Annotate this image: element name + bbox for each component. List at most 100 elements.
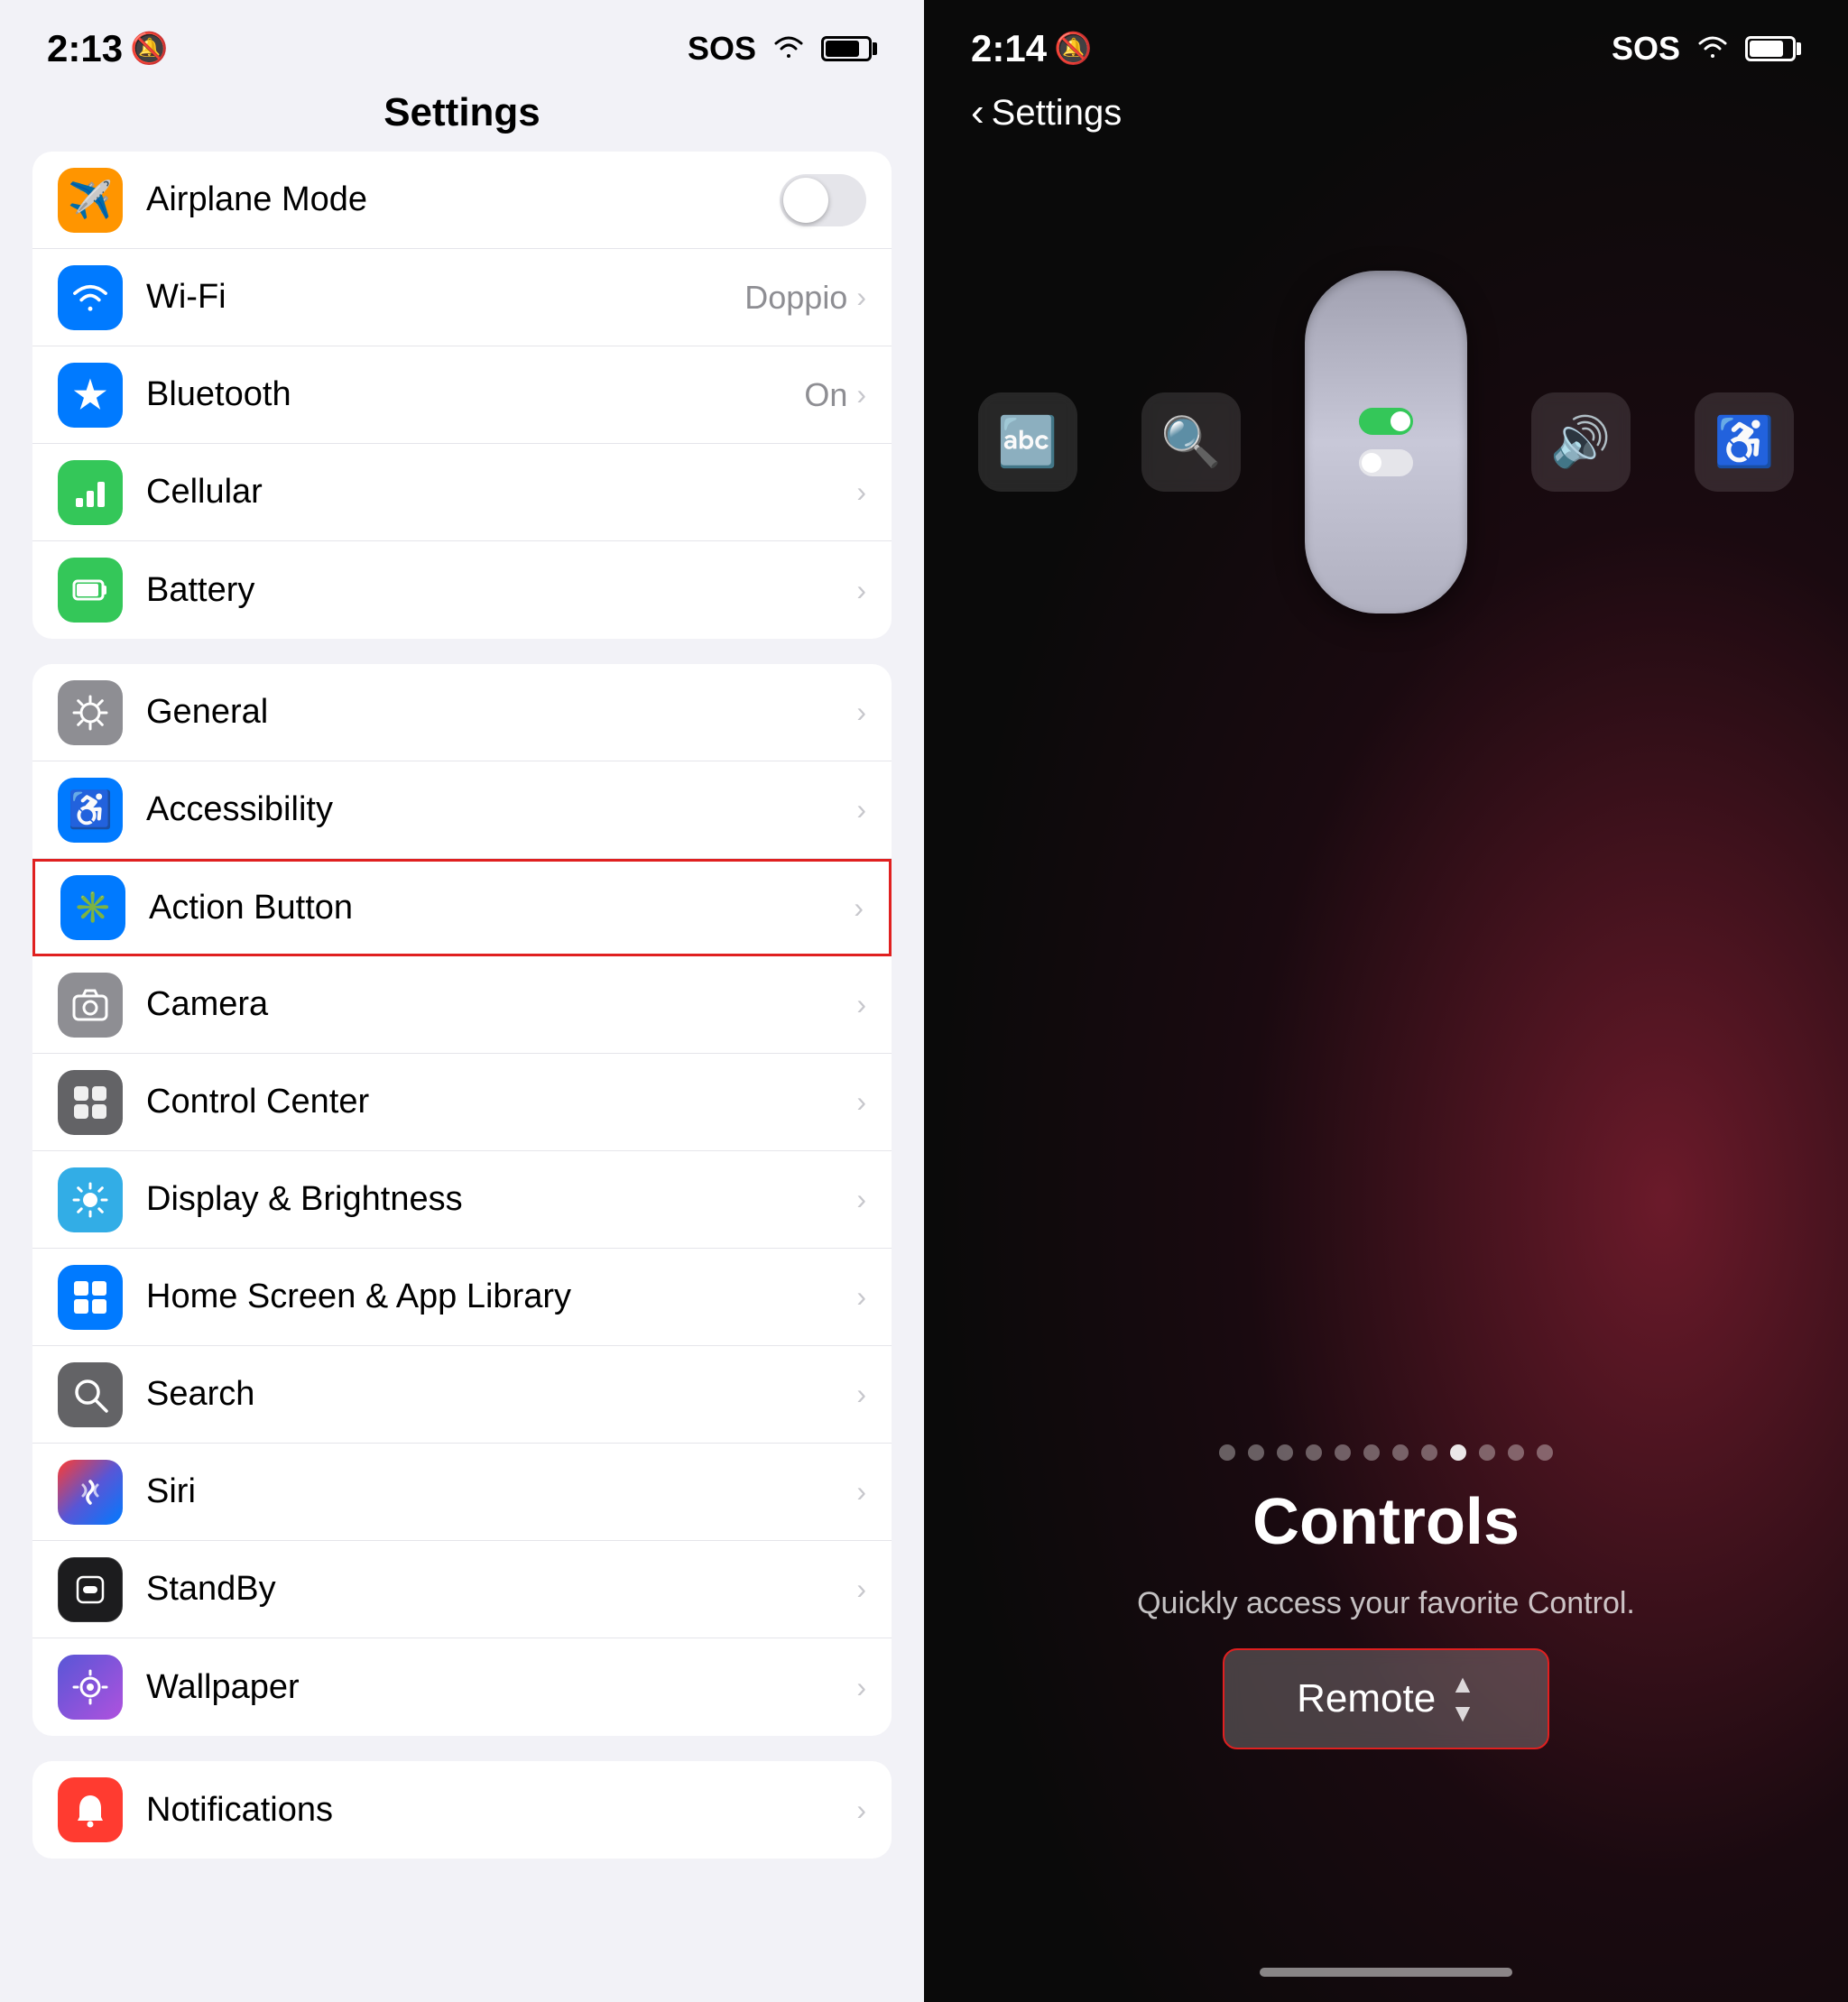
airplane-mode-row[interactable]: ✈️ Airplane Mode bbox=[32, 152, 892, 249]
bell-icon-right: 🔕 bbox=[1054, 31, 1092, 67]
battery-right bbox=[1745, 36, 1801, 61]
back-button[interactable]: ‹ Settings bbox=[924, 81, 1848, 144]
display-brightness-label: Display & Brightness bbox=[146, 1180, 856, 1219]
airplane-mode-toggle[interactable] bbox=[780, 174, 866, 226]
home-screen-row[interactable]: Home Screen & App Library › bbox=[32, 1249, 892, 1346]
translate-icon: 🔤 bbox=[978, 392, 1077, 492]
battery-row[interactable]: Battery › bbox=[32, 541, 892, 639]
standby-row[interactable]: StandBy › bbox=[32, 1541, 892, 1638]
dot-5 bbox=[1335, 1444, 1351, 1461]
wifi-value: Doppio bbox=[744, 279, 847, 317]
notifications-chevron: › bbox=[856, 1794, 866, 1827]
notifications-row[interactable]: Notifications › bbox=[32, 1761, 892, 1859]
accessibility-float-icon: ♿ bbox=[1695, 392, 1794, 492]
right-panel: 2:14 🔕 SOS ‹ Settings 🔤 🔍 bbox=[924, 0, 1848, 2002]
sos-right: SOS bbox=[1612, 30, 1680, 68]
dot-4 bbox=[1306, 1444, 1322, 1461]
camera-row[interactable]: Camera › bbox=[32, 956, 892, 1054]
airplane-mode-label: Airplane Mode bbox=[146, 180, 780, 219]
control-center-row[interactable]: Control Center › bbox=[32, 1054, 892, 1151]
system-group: General › ♿ Accessibility › ✳️ Action Bu… bbox=[32, 664, 892, 1736]
home-screen-label: Home Screen & App Library bbox=[146, 1278, 856, 1316]
camera-label: Camera bbox=[146, 985, 856, 1024]
zoom-icon: 🔍 bbox=[1141, 392, 1241, 492]
remote-label: Remote bbox=[1297, 1676, 1436, 1721]
notifications-label: Notifications bbox=[146, 1791, 856, 1830]
home-screen-icon bbox=[58, 1265, 123, 1330]
notifications-icon bbox=[58, 1777, 123, 1842]
sound-icon: 🔊 bbox=[1531, 392, 1631, 492]
wifi-label: Wi-Fi bbox=[146, 278, 744, 317]
standby-icon bbox=[58, 1557, 123, 1622]
search-chevron: › bbox=[856, 1378, 866, 1411]
toggle-row-1 bbox=[1359, 408, 1413, 435]
accessibility-row[interactable]: ♿ Accessibility › bbox=[32, 761, 892, 859]
toggle-knob bbox=[783, 178, 828, 223]
dot-12 bbox=[1537, 1444, 1553, 1461]
status-time-left: 2:13 🔕 bbox=[47, 27, 168, 70]
control-center-chevron: › bbox=[856, 1085, 866, 1119]
floating-icons-row: 🔤 🔍 🔊 ♿ bbox=[978, 271, 1794, 614]
camera-chevron: › bbox=[856, 988, 866, 1021]
pagination-dots bbox=[924, 1444, 1848, 1461]
status-right-right: SOS bbox=[1612, 30, 1801, 68]
siri-icon bbox=[58, 1460, 123, 1525]
search-row[interactable]: Search › bbox=[32, 1346, 892, 1444]
cellular-chevron: › bbox=[856, 475, 866, 509]
standby-label: StandBy bbox=[146, 1570, 856, 1609]
toggle-knob-on bbox=[1391, 411, 1410, 431]
settings-list: ✈️ Airplane Mode Wi-Fi Doppio › bbox=[0, 152, 924, 2002]
airplane-mode-icon: ✈️ bbox=[58, 168, 123, 233]
remote-arrows-icon: ▲ ▼ bbox=[1450, 1670, 1475, 1728]
status-bar-left: 2:13 🔕 SOS bbox=[0, 0, 924, 81]
wifi-icon-left bbox=[772, 30, 805, 68]
action-button-label: Action Button bbox=[149, 889, 854, 927]
dot-2 bbox=[1248, 1444, 1264, 1461]
dot-11 bbox=[1508, 1444, 1524, 1461]
sos-left: SOS bbox=[688, 30, 756, 68]
general-row[interactable]: General › bbox=[32, 664, 892, 761]
dot-7 bbox=[1392, 1444, 1409, 1461]
mini-toggle-on bbox=[1359, 408, 1413, 435]
general-chevron: › bbox=[856, 696, 866, 729]
notifications-group: Notifications › bbox=[32, 1761, 892, 1859]
toggle-icons-inside bbox=[1359, 408, 1413, 476]
back-chevron-icon: ‹ bbox=[971, 90, 984, 135]
toggle-knob-off bbox=[1362, 453, 1381, 473]
camera-icon bbox=[58, 973, 123, 1038]
dot-1 bbox=[1219, 1444, 1235, 1461]
siri-row[interactable]: Siri › bbox=[32, 1444, 892, 1541]
accessibility-icon: ♿ bbox=[58, 778, 123, 843]
wallpaper-label: Wallpaper bbox=[146, 1668, 856, 1707]
connectivity-group: ✈️ Airplane Mode Wi-Fi Doppio › bbox=[32, 152, 892, 639]
left-panel: 2:13 🔕 SOS Settings bbox=[0, 0, 924, 2002]
wifi-icon-right bbox=[1696, 30, 1729, 68]
wallpaper-chevron: › bbox=[856, 1671, 866, 1704]
general-label: General bbox=[146, 693, 856, 732]
search-label: Search bbox=[146, 1375, 856, 1414]
remote-button[interactable]: Remote ▲ ▼ bbox=[1223, 1648, 1549, 1749]
dot-10 bbox=[1479, 1444, 1495, 1461]
wifi-row[interactable]: Wi-Fi Doppio › bbox=[32, 249, 892, 346]
bluetooth-chevron: › bbox=[856, 378, 866, 411]
battery-label: Battery bbox=[146, 571, 856, 610]
action-button-row[interactable]: ✳️ Action Button › bbox=[32, 859, 892, 956]
wallpaper-row[interactable]: Wallpaper › bbox=[32, 1638, 892, 1736]
display-brightness-icon bbox=[58, 1167, 123, 1232]
bluetooth-icon: ★ bbox=[58, 363, 123, 428]
bluetooth-row[interactable]: ★ Bluetooth On › bbox=[32, 346, 892, 444]
cellular-row[interactable]: Cellular › bbox=[32, 444, 892, 541]
controls-subtitle: Quickly access your favorite Control. bbox=[1137, 1586, 1635, 1621]
display-brightness-row[interactable]: Display & Brightness › bbox=[32, 1151, 892, 1249]
time-right: 2:14 bbox=[971, 27, 1047, 70]
search-setting-icon bbox=[58, 1362, 123, 1427]
standby-chevron: › bbox=[856, 1573, 866, 1606]
action-button-chevron: › bbox=[854, 891, 864, 925]
display-brightness-chevron: › bbox=[856, 1183, 866, 1216]
bluetooth-value: On bbox=[804, 376, 847, 414]
settings-title: Settings bbox=[383, 90, 541, 134]
cellular-icon bbox=[58, 460, 123, 525]
wifi-icon bbox=[58, 265, 123, 330]
siri-label: Siri bbox=[146, 1472, 856, 1511]
bell-icon-left: 🔕 bbox=[130, 31, 168, 67]
